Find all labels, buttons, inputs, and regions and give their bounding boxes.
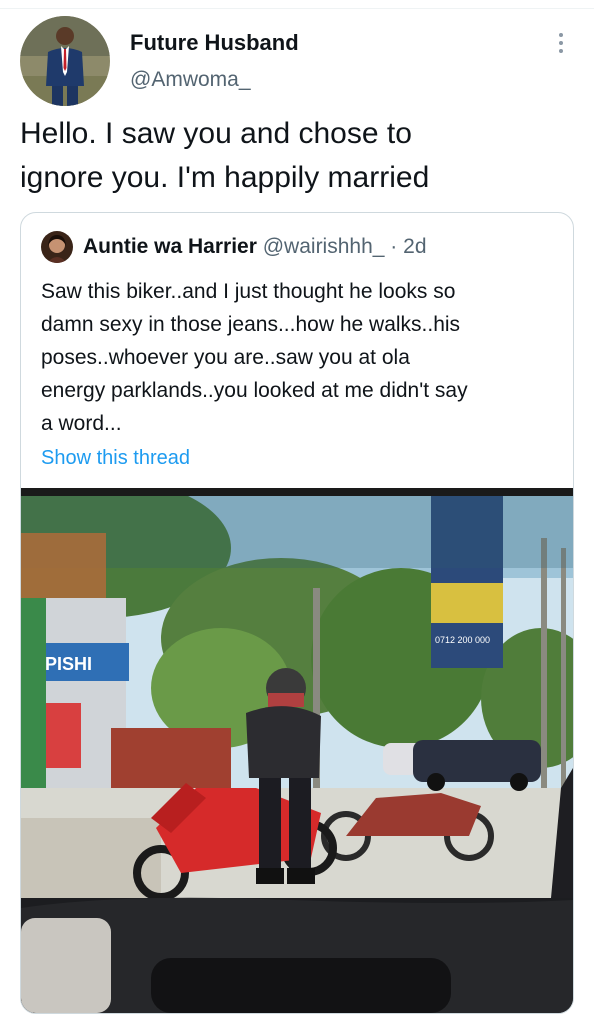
tweet-text-line: Hello. I saw you and chose to xyxy=(20,117,412,150)
billboard-number: 0712 200 000 xyxy=(435,635,490,645)
quoted-author-name[interactable]: Auntie wa Harrier xyxy=(83,235,257,258)
tweet-text-line: ignore you. I'm happily married xyxy=(20,161,430,194)
shop-sign-text: PISHI xyxy=(45,654,92,674)
quoted-text-line: energy parklands..you looked at me didn'… xyxy=(41,379,468,402)
tweet-text: Hello. I saw you and chose to ignore you… xyxy=(20,112,580,200)
quoted-author-avatar[interactable] xyxy=(41,231,73,263)
quoted-header: Auntie wa Harrier @wairishhh_ · 2d xyxy=(83,235,427,259)
quoted-timestamp[interactable]: 2d xyxy=(403,235,426,258)
show-thread-link[interactable]: Show this thread xyxy=(41,447,190,470)
author-avatar[interactable] xyxy=(20,16,110,106)
author-display-name[interactable]: Future Husband xyxy=(130,30,299,56)
top-divider xyxy=(0,8,594,9)
quoted-text-line: a word... xyxy=(41,412,122,435)
quoted-tweet-card[interactable]: Auntie wa Harrier @wairishhh_ · 2d Saw t… xyxy=(20,212,574,1014)
quoted-text: Saw this biker..and I just thought he lo… xyxy=(41,275,556,440)
quoted-text-line: damn sexy in those jeans...how he walks.… xyxy=(41,313,461,336)
quoted-text-line: Saw this biker..and I just thought he lo… xyxy=(41,280,456,303)
quoted-photo[interactable]: 0712 200 000 PISHI xyxy=(21,478,573,1013)
author-handle[interactable]: @Amwoma_ xyxy=(130,68,251,92)
quoted-text-line: poses..whoever you are..saw you at ola xyxy=(41,346,410,369)
quoted-separator: · xyxy=(390,235,398,258)
quoted-author-handle[interactable]: @wairishhh_ xyxy=(263,235,385,258)
more-vertical-icon[interactable] xyxy=(552,28,570,58)
